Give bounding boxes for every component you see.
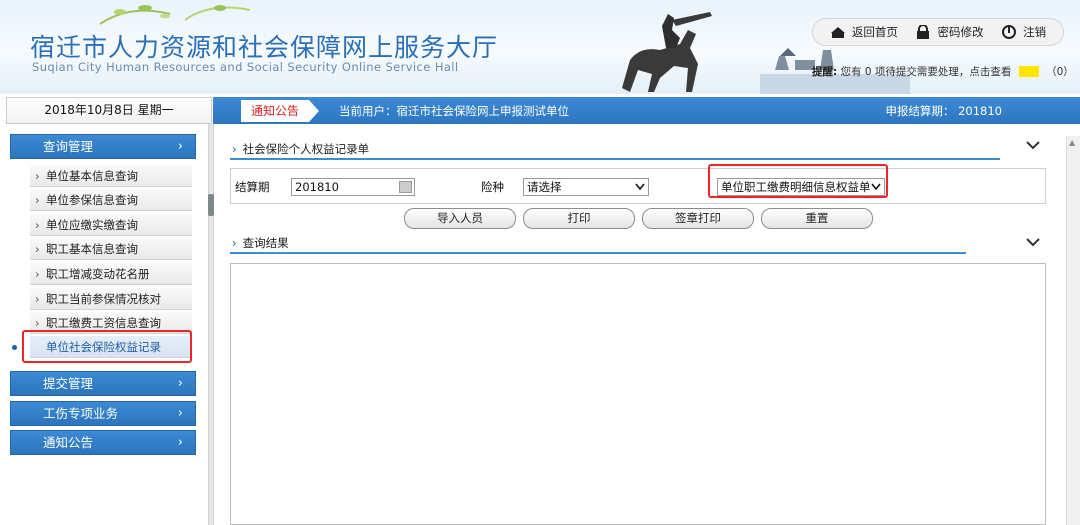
report-type-select[interactable]: 单位职工缴费明细信息权益单 (717, 178, 885, 196)
sidebar-group-query[interactable]: 查询管理 › (10, 134, 196, 159)
sidebar-group-label: 工伤专项业务 (43, 406, 119, 421)
import-staff-button[interactable]: 导入人员 (404, 208, 516, 229)
leaf-decoration-icon (99, 5, 251, 25)
sidebar-group-injury[interactable]: 工伤专项业务 › (10, 401, 196, 426)
insurance-type-select[interactable]: 请选择 (523, 178, 649, 196)
date-display: 2018年10月8日 星期一 (6, 97, 212, 124)
sidebar-item-label: 职工缴费工资信息查询 (46, 316, 161, 330)
results-panel (230, 263, 1046, 525)
sidebar-item-staff-roster[interactable]: 职工增减变动花名册 (30, 263, 192, 285)
sidebar-item-unit-insured-info[interactable]: 单位参保信息查询 (30, 189, 192, 211)
print-button[interactable]: 打印 (523, 208, 635, 229)
sidebar-item-staff-basic-info[interactable]: 职工基本信息查询 (30, 238, 192, 260)
sidebar-item-label: 单位基本信息查询 (46, 169, 138, 183)
period-input[interactable]: 201810 (291, 178, 415, 196)
sidebar-group-label: 通知公告 (43, 435, 94, 450)
logout-link[interactable]: 注销 (1001, 24, 1046, 40)
section-divider (230, 158, 1000, 160)
section-title-rights-record: › 社会保险个人权益记录单 (232, 141, 369, 157)
notice-bar: 通知公告 当前用户：宿迁市社会保险网上申报测试单位 申报结算期： 201810 (213, 97, 1080, 124)
sidebar-group-notice[interactable]: 通知公告 › (10, 430, 196, 455)
chevron-right-icon: › (177, 139, 183, 154)
report-type-value: 单位职工缴费明细信息权益单 (721, 180, 871, 194)
chevron-right-icon: › (232, 236, 237, 250)
reminder-count: （0） (1046, 66, 1074, 78)
home-link-label: 返回首页 (851, 25, 898, 39)
sidebar-group-label: 查询管理 (43, 139, 94, 154)
section-title-text: 查询结果 (242, 236, 289, 250)
reminder-label: 提醒: (812, 66, 838, 78)
logout-label: 注销 (1023, 25, 1047, 39)
section-divider (230, 252, 966, 254)
sidebar-group-label: 提交管理 (43, 376, 94, 391)
site-subtitle: Suqian City Human Resources and Social S… (32, 60, 459, 74)
site-title: 宿迁市人力资源和社会保障网上服务大厅 (30, 33, 499, 62)
scroll-up-icon[interactable]: ▲ (1069, 138, 1075, 147)
active-bullet-icon (12, 345, 17, 350)
password-change-label: 密码修改 (937, 25, 984, 39)
sidebar-item-label: 职工基本信息查询 (46, 242, 138, 256)
sidebar-item-unit-payment[interactable]: 单位应缴实缴查询 (30, 214, 192, 236)
chevron-right-icon: › (177, 376, 183, 391)
reminder-highlight (1018, 66, 1039, 77)
settlement-period: 申报结算期： 201810 (885, 103, 1002, 118)
sidebar-item-unit-rights-record[interactable]: 单位社会保险权益记录 (30, 336, 192, 358)
chevron-down-icon (871, 180, 881, 196)
page-scrollbar[interactable]: ▲ (1066, 136, 1080, 525)
period-input-value: 201810 (295, 180, 339, 194)
chevron-right-icon: › (232, 142, 237, 156)
insurance-type-value: 请选择 (527, 180, 562, 194)
power-icon (1002, 25, 1017, 39)
reminder-link[interactable]: 您有 0 项待提交需要处理，点击查看 (841, 66, 1012, 78)
password-change-link[interactable]: 密码修改 (915, 24, 983, 40)
top-navigation: 返回首页 密码修改 注销 (812, 18, 1064, 46)
sidebar-item-staff-check[interactable]: 职工当前参保情况核对 (30, 288, 192, 310)
sidebar-item-label: 单位应缴实缴查询 (46, 218, 138, 232)
seal-print-button[interactable]: 签章打印 (642, 208, 754, 229)
home-link[interactable]: 返回首页 (830, 24, 898, 40)
chevron-down-icon[interactable] (1026, 139, 1040, 154)
sidebar-item-label: 职工当前参保情况核对 (46, 292, 161, 306)
insurance-type-label: 险种 (481, 180, 504, 194)
section-title-results: › 查询结果 (232, 235, 289, 251)
lock-icon (917, 25, 930, 39)
sidebar: 查询管理 › 单位基本信息查询 单位参保信息查询 单位应缴实缴查询 职工基本信息… (0, 124, 212, 525)
sidebar-group-submit[interactable]: 提交管理 › (10, 371, 196, 396)
period-label: 结算期 (235, 180, 270, 194)
sidebar-item-label: 职工增减变动花名册 (46, 267, 150, 281)
chevron-down-icon (635, 180, 645, 196)
sidebar-item-staff-wage[interactable]: 职工缴费工资信息查询 (30, 312, 192, 334)
calendar-icon[interactable] (399, 181, 412, 193)
splitter-grip-icon[interactable] (208, 194, 214, 216)
query-form: 结算期 201810 险种 请选择 单位职工缴费明细信息权益单 (230, 168, 1046, 204)
panel-splitter[interactable] (208, 124, 214, 525)
notice-tag[interactable]: 通知公告 (241, 99, 320, 122)
header: 宿迁市人力资源和社会保障网上服务大厅 Suqian City Human Res… (0, 0, 1080, 94)
sidebar-item-label: 单位参保信息查询 (46, 193, 138, 207)
chevron-right-icon: › (177, 435, 183, 450)
chevron-down-icon[interactable] (1026, 236, 1040, 251)
sidebar-item-unit-basic-info[interactable]: 单位基本信息查询 (30, 165, 192, 187)
home-icon (830, 27, 845, 38)
current-user: 当前用户：宿迁市社会保险网上申报测试单位 (339, 103, 570, 118)
chevron-right-icon: › (177, 406, 183, 421)
reset-button[interactable]: 重置 (761, 208, 873, 229)
section-title-text: 社会保险个人权益记录单 (242, 142, 370, 156)
reminder: 提醒: 您有 0 项待提交需要处理，点击查看 （0） (812, 64, 1074, 79)
sidebar-item-label: 单位社会保险权益记录 (46, 340, 161, 354)
